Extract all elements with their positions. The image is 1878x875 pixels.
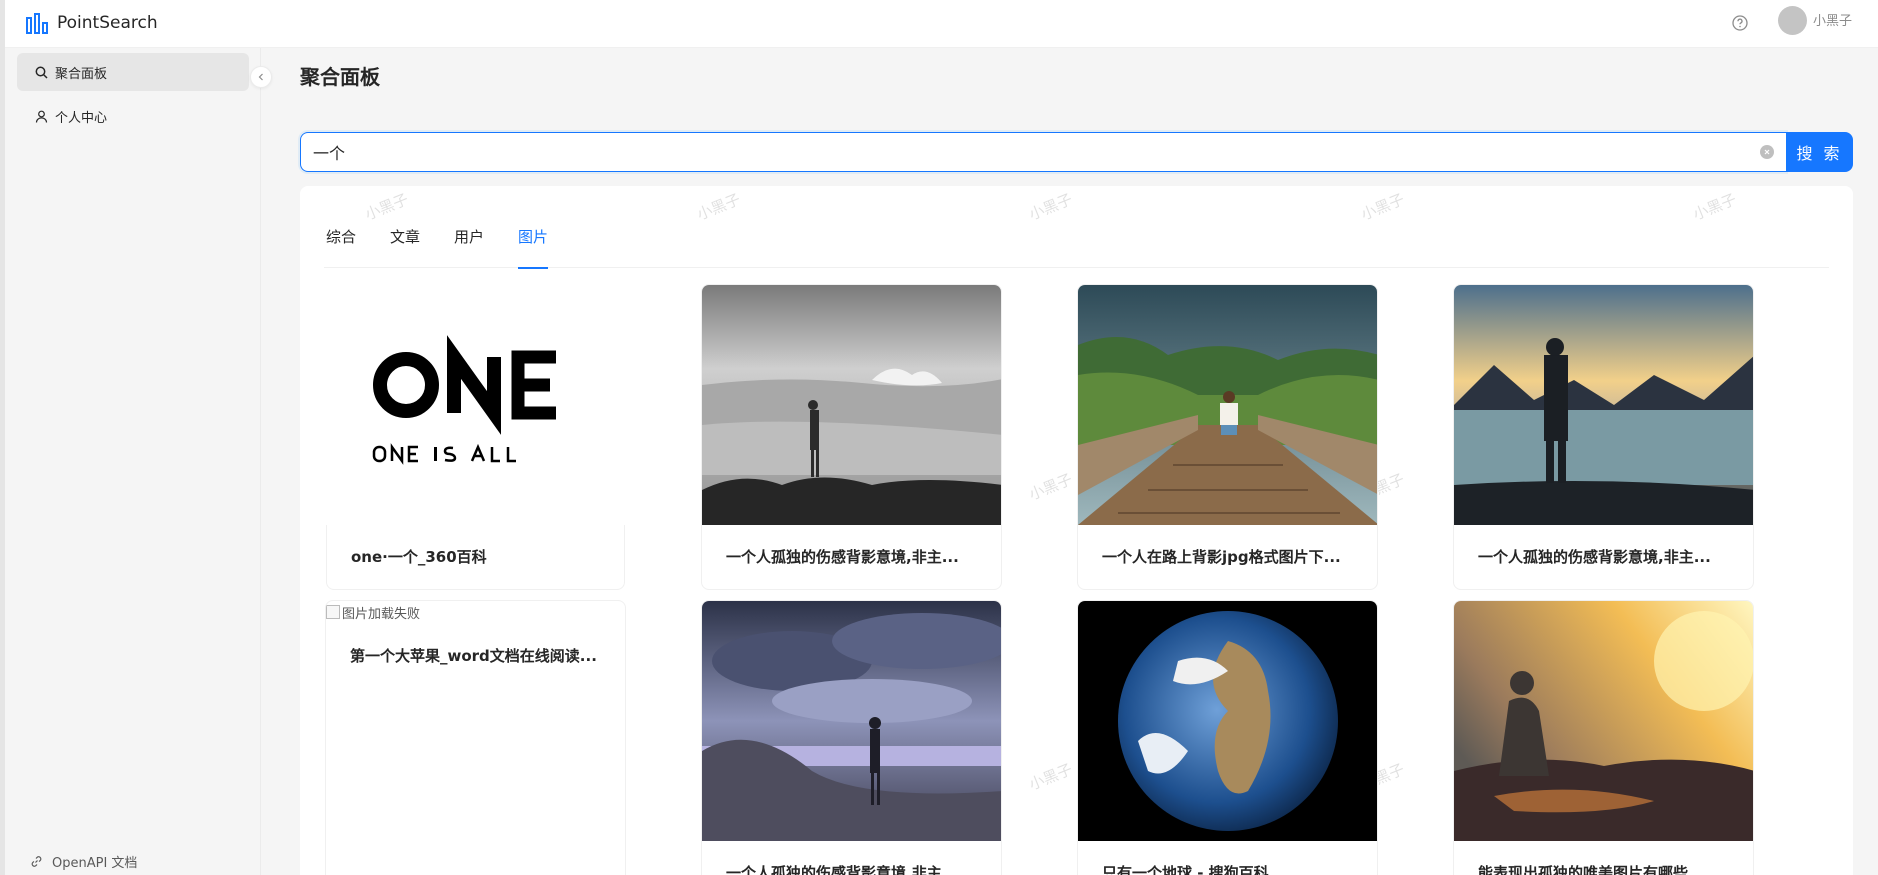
image-caption[interactable]: 一个人孤独的伤感背影意境,非主... [702, 525, 1001, 589]
link-icon [28, 854, 44, 870]
one-logo-image[interactable] [326, 285, 626, 525]
image-caption[interactable]: 一个人在路上背影jpg格式图片下... [1078, 525, 1377, 589]
top-header: PointSearch 小黑子 [5, 0, 1878, 48]
image-card[interactable]: 一个人孤独的伤感背影意境,非主... [1453, 284, 1754, 590]
earth-image[interactable] [1078, 601, 1378, 841]
watermark: 小黑子 [1358, 190, 1407, 224]
broken-image-icon [326, 605, 340, 619]
tab-articles[interactable]: 文章 [390, 226, 420, 268]
search-icon [33, 64, 49, 80]
search-button[interactable]: 搜 索 [1786, 132, 1853, 172]
image-card[interactable]: 一个人在路上背影jpg格式图片下... [1077, 284, 1378, 590]
watermark: 小黑子 [1026, 760, 1075, 794]
tab-users[interactable]: 用户 [454, 226, 484, 268]
sidebar: 聚合面板 个人中心 [5, 48, 261, 875]
image-card[interactable]: one·一个_360百科 [325, 284, 626, 591]
sunset-man-image[interactable] [1454, 601, 1754, 841]
chevron-left-icon [258, 73, 263, 81]
question-circle-icon[interactable] [1727, 10, 1753, 36]
results-panel: 小黑子 小黑子 小黑子 小黑子 小黑子 小黑子 小黑子 小黑子 小黑子 小黑子 … [300, 186, 1853, 875]
openapi-link-label: OpenAPI 文档 [52, 856, 138, 871]
watermark: 小黑子 [1690, 190, 1739, 224]
sidebar-item-label: 个人中心 [55, 110, 108, 126]
app-title[interactable]: PointSearch [57, 11, 158, 35]
image-caption[interactable]: 只有一个地球 - 搜狗百科 [1078, 841, 1377, 875]
user-icon [33, 108, 49, 124]
sidebar-collapse-button[interactable] [250, 66, 272, 88]
image-caption[interactable]: 一个人孤独的伤感背影意境,非主... [1454, 525, 1753, 589]
sidebar-item-profile[interactable]: 个人中心 [17, 97, 249, 135]
sidebar-item-dashboard[interactable]: 聚合面板 [17, 53, 249, 91]
image-caption[interactable]: 一个人孤独的伤感背影意境,非主... [702, 841, 1001, 875]
image-card[interactable]: 能表现出孤独的唯美图片有哪些... [1453, 600, 1754, 875]
logo-icon[interactable] [25, 12, 49, 36]
image-caption[interactable]: 第一个大苹果_word文档在线阅读... [326, 622, 625, 688]
image-caption[interactable]: one·一个_360百科 [326, 525, 625, 590]
search-bar: 搜 索 [300, 132, 1853, 172]
page-title: 聚合面板 [300, 65, 380, 89]
tab-active-indicator [518, 267, 549, 269]
avatar[interactable] [1778, 6, 1807, 35]
broken-image[interactable]: 图片加载失败 [326, 602, 625, 622]
username[interactable]: 小黑子 [1813, 13, 1852, 31]
bridge-walk-image[interactable] [1078, 285, 1378, 525]
search-input[interactable] [301, 133, 1786, 171]
image-card[interactable]: 一个人孤独的伤感背影意境,非主... [701, 600, 1002, 875]
watermark: 小黑子 [1026, 190, 1075, 224]
sidebar-item-label: 聚合面板 [55, 66, 108, 82]
watermark: 小黑子 [1026, 470, 1075, 504]
watermark: 小黑子 [694, 190, 743, 224]
tab-all[interactable]: 综合 [326, 226, 356, 268]
clear-icon[interactable] [1760, 145, 1774, 159]
broken-image-alt: 图片加载失败 [342, 606, 421, 622]
lake-mountain-image[interactable] [1454, 285, 1754, 525]
watermark: 小黑子 [362, 190, 411, 224]
sea-rocks-image[interactable] [702, 285, 1002, 525]
image-caption[interactable]: 能表现出孤独的唯美图片有哪些... [1454, 841, 1753, 875]
openapi-docs-link[interactable]: OpenAPI 文档 [28, 852, 137, 871]
image-card[interactable]: 图片加载失败 第一个大苹果_word文档在线阅读... [325, 600, 626, 875]
result-tabs: 综合 文章 用户 图片 [324, 226, 1829, 269]
image-card[interactable]: 只有一个地球 - 搜狗百科 [1077, 600, 1378, 875]
image-card[interactable]: 一个人孤独的伤感背影意境,非主... [701, 284, 1002, 590]
storm-beach-image[interactable] [702, 601, 1002, 841]
tab-pictures[interactable]: 图片 [518, 226, 549, 269]
search-input-box [300, 132, 1786, 172]
